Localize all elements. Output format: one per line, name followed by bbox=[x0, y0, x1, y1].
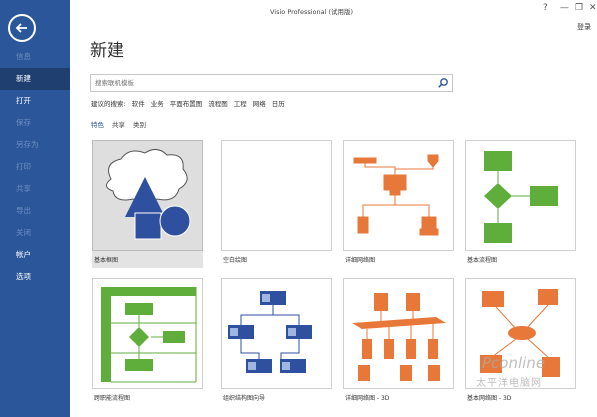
template-blank-drawing[interactable]: 空白绘图 bbox=[221, 140, 332, 264]
swimlane-icon bbox=[101, 287, 197, 383]
sidebar-item-export[interactable]: 导出 bbox=[0, 200, 70, 222]
template-thumbnail bbox=[92, 278, 203, 389]
minimize-button[interactable]: — bbox=[560, 3, 569, 13]
template-label: 详细网络图 bbox=[345, 257, 376, 264]
suggestion-link[interactable]: 网络 bbox=[253, 98, 266, 108]
tab-shared[interactable]: 共享 bbox=[112, 119, 125, 129]
sidebar-item-save-as[interactable]: 另存为 bbox=[0, 134, 70, 156]
tab-featured[interactable]: 特色 bbox=[91, 119, 104, 129]
basic-shapes-icon bbox=[106, 149, 191, 240]
watermark-subtitle: 太平洋电脑网 bbox=[476, 378, 542, 389]
suggestion-link[interactable]: 流程图 bbox=[208, 98, 228, 108]
restore-button[interactable]: ❐ bbox=[575, 3, 583, 13]
suggestion-link[interactable]: 业务 bbox=[151, 98, 164, 108]
template-search bbox=[90, 74, 453, 92]
template-cross-functional-flowchart[interactable]: 跨职能流程图 bbox=[92, 278, 203, 402]
help-button[interactable]: ? bbox=[543, 3, 548, 13]
sidebar-item-print[interactable]: 打印 bbox=[0, 156, 70, 178]
suggestion-link[interactable]: 工程 bbox=[234, 98, 247, 108]
suggested-searches: 建议的搜索: 软件 业务 平面布置图 流程图 工程 网络 日历 bbox=[91, 98, 285, 108]
template-detailed-network-3d[interactable]: 详细网络图 - 3D bbox=[343, 278, 454, 402]
sidebar-item-info[interactable]: 信息 bbox=[0, 46, 70, 68]
sidebar-item-save[interactable]: 保存 bbox=[0, 112, 70, 134]
suggestion-link[interactable]: 软件 bbox=[132, 98, 145, 108]
pconline-watermark: Pconline 太平洋电脑网 bbox=[472, 354, 592, 394]
sidebar-nav: 信息 新建 打开 保存 另存为 打印 共享 导出 关闭 bbox=[0, 46, 70, 244]
network-diagram-icon bbox=[353, 154, 439, 236]
template-label: 基本网络图 - 3D bbox=[467, 395, 512, 402]
sidebar-item-share[interactable]: 共享 bbox=[0, 178, 70, 200]
watermark-brand: Pconline bbox=[482, 354, 546, 372]
template-thumbnail bbox=[343, 278, 454, 389]
template-detailed-network[interactable]: 详细网络图 bbox=[343, 140, 454, 264]
template-thumbnail bbox=[221, 140, 332, 251]
sidebar-item-close[interactable]: 关闭 bbox=[0, 222, 70, 244]
suggested-searches-label: 建议的搜索: bbox=[91, 100, 126, 108]
template-label: 基本框图 bbox=[92, 251, 203, 268]
template-label: 详细网络图 - 3D bbox=[345, 395, 390, 402]
template-thumbnail bbox=[221, 278, 332, 389]
template-label: 组织结构图向导 bbox=[223, 395, 266, 402]
sidebar-nav-bottom: 帐户 选项 bbox=[0, 244, 70, 288]
template-basic-diagram[interactable]: 基本框图 bbox=[92, 140, 203, 268]
template-label: 跨职能流程图 bbox=[94, 395, 131, 402]
search-icon[interactable] bbox=[437, 77, 449, 89]
template-tabs: 特色 共享 类别 bbox=[91, 119, 146, 129]
sign-in-link[interactable]: 登录 bbox=[577, 22, 591, 32]
sidebar-item-new[interactable]: 新建 bbox=[0, 68, 70, 90]
template-thumbnail bbox=[343, 140, 454, 251]
flowchart-icon bbox=[484, 151, 558, 243]
tab-categories[interactable]: 类别 bbox=[133, 119, 146, 129]
page-title: 新建 bbox=[90, 41, 124, 61]
window-title: Visio Professional (试用版) bbox=[270, 8, 354, 16]
sidebar-item-account[interactable]: 帐户 bbox=[0, 244, 70, 266]
search-input[interactable] bbox=[95, 75, 425, 91]
template-thumbnail bbox=[92, 140, 203, 251]
template-thumbnail bbox=[465, 140, 576, 251]
template-basic-flowchart[interactable]: 基本流程图 bbox=[465, 140, 576, 264]
template-label: 基本流程图 bbox=[467, 257, 498, 264]
title-bar: Visio Professional (试用版) ? — ❐ ✕ bbox=[70, 0, 597, 22]
suggestion-link[interactable]: 平面布置图 bbox=[170, 98, 203, 108]
backstage-sidebar: 信息 新建 打开 保存 另存为 打印 共享 导出 关闭 帐户 选项 bbox=[0, 0, 70, 417]
network-3d-icon bbox=[352, 293, 446, 381]
template-org-chart-wizard[interactable]: 组织结构图向导 bbox=[221, 278, 332, 402]
template-label: 空白绘图 bbox=[223, 257, 248, 264]
sidebar-item-open[interactable]: 打开 bbox=[0, 90, 70, 112]
arrow-left-icon bbox=[15, 23, 27, 33]
visio-backstage: 信息 新建 打开 保存 另存为 打印 共享 导出 关闭 帐户 选项 Visio … bbox=[0, 0, 597, 417]
sidebar-item-options[interactable]: 选项 bbox=[0, 266, 70, 288]
back-button[interactable] bbox=[8, 14, 36, 42]
org-chart-icon bbox=[228, 291, 312, 373]
close-button[interactable]: ✕ bbox=[589, 3, 597, 13]
suggestion-link[interactable]: 日历 bbox=[272, 98, 285, 108]
